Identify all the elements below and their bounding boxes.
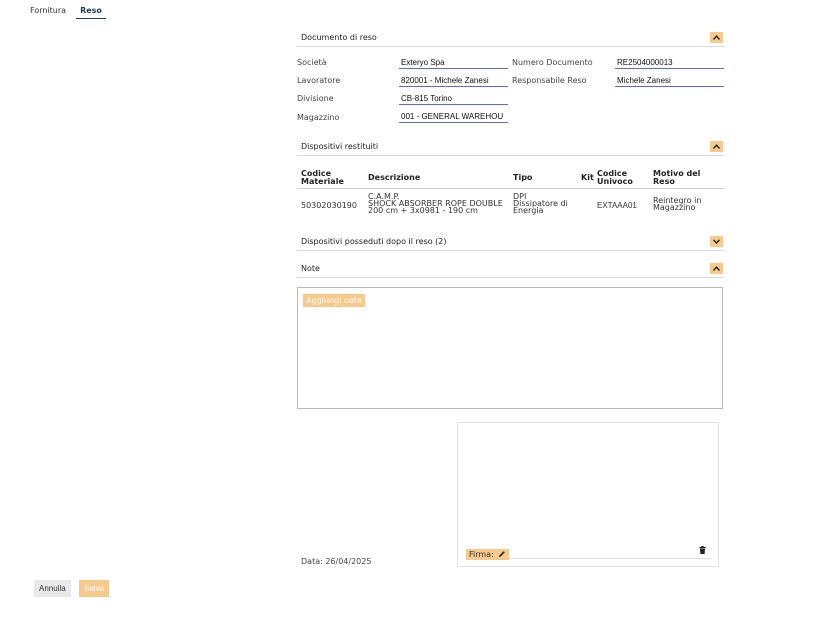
cell-descrizione-line3: 200 cm + 3x0981 - 190 cm	[368, 206, 478, 215]
numero-documento-label: Numero Documento	[512, 58, 593, 67]
pencil-icon	[499, 551, 506, 557]
cell-codice-materiale: 50302030190	[301, 201, 357, 210]
header-codice-univoco: Codice Univoco	[597, 170, 633, 186]
cell-codice-univoco: EXTAAA01	[597, 201, 637, 210]
lavoratore-field[interactable]: 820001 - Michele Zanesi	[399, 75, 508, 87]
chevron-up-icon	[713, 266, 720, 271]
chevron-up-icon	[713, 35, 720, 40]
tab-bar: Fornitura Reso	[30, 6, 106, 19]
signature-pad[interactable]: Firma:	[457, 422, 719, 567]
save-button[interactable]: Salva	[79, 580, 110, 597]
cell-motivo: Reintegro in Magazzino	[653, 197, 701, 212]
firma-label: Firma:	[469, 550, 494, 559]
header-tipo: Tipo	[513, 173, 533, 182]
header-descrizione: Descrizione	[368, 173, 421, 182]
header-motivo-line2: Reso	[653, 177, 675, 186]
returned-section-header: Dispositivi restituiti	[297, 139, 724, 156]
document-section-header: Documento di reso	[297, 30, 724, 47]
clear-signature-button[interactable]	[699, 546, 706, 556]
table-header-divider	[297, 188, 724, 189]
notes-textarea[interactable]: Aggiungi note	[297, 287, 723, 409]
tab-fornitura[interactable]: Fornitura	[30, 6, 66, 19]
owned-section-header[interactable]: Dispositivi posseduti dopo il reso (2)	[297, 234, 724, 251]
cell-tipo: DPI Dissipatore di Energia	[513, 193, 568, 215]
magazzino-label: Magazzino	[297, 113, 340, 122]
collapse-document-button[interactable]	[710, 32, 723, 43]
tab-reso[interactable]: Reso	[76, 6, 106, 19]
chevron-up-icon	[713, 144, 720, 149]
collapse-notes-button[interactable]	[710, 263, 723, 274]
lavoratore-label: Lavoratore	[297, 76, 341, 85]
notes-placeholder: Aggiungi note	[303, 294, 365, 307]
document-section-title: Documento di reso	[301, 33, 377, 42]
header-codice-univoco-line2: Univoco	[597, 177, 633, 186]
responsabile-label: Responsabile Reso	[512, 76, 587, 85]
notes-section-title: Note	[301, 264, 320, 273]
chevron-down-icon	[713, 239, 720, 244]
numero-documento-field[interactable]: RE2504000013	[615, 57, 724, 69]
divisione-field[interactable]: CB-815 Torino	[399, 93, 508, 105]
table-row[interactable]: 50302030190 C.A.M.P. SHOCK ABSORBER ROPE…	[297, 190, 724, 220]
societa-field[interactable]: Exteryo Spa	[399, 57, 508, 69]
trash-icon	[699, 546, 706, 554]
owned-section-title: Dispositivi posseduti dopo il reso (2)	[301, 237, 447, 246]
header-codice-materiale-line2: Materiale	[301, 177, 344, 186]
expand-owned-button[interactable]	[710, 236, 723, 247]
header-codice-materiale: Codice Materiale	[301, 170, 344, 186]
cell-motivo-line2: Magazzino	[653, 203, 696, 212]
magazzino-field[interactable]: 001 - GENERAL WAREHOU	[399, 111, 508, 123]
responsabile-field[interactable]: Michele Zanesi	[615, 75, 724, 87]
header-motivo: Motivo del Reso	[653, 170, 700, 186]
header-kit: Kit	[581, 173, 594, 182]
date-label: Data: 26/04/2025	[301, 557, 372, 566]
divisione-label: Divisione	[297, 94, 334, 103]
firma-edit-button[interactable]: Firma:	[466, 549, 510, 560]
cancel-button[interactable]: Annulla	[34, 580, 71, 597]
cell-tipo-line3: Energia	[513, 206, 544, 215]
cell-descrizione: C.A.M.P. SHOCK ABSORBER ROPE DOUBLE 200 …	[368, 193, 503, 215]
returned-section-title: Dispositivi restituiti	[301, 142, 379, 151]
societa-label: Società	[297, 58, 327, 67]
notes-section-header: Note	[297, 261, 724, 278]
collapse-returned-button[interactable]	[710, 141, 723, 152]
